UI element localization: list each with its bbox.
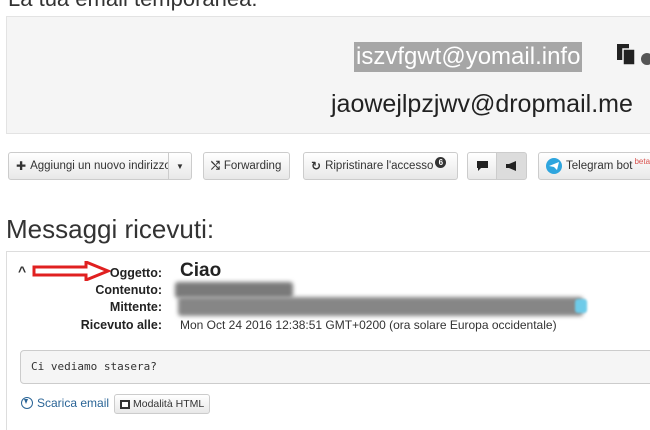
primary-email-address[interactable]: iszvfgwt@yomail.info [354,42,583,72]
telegram-bot-label: Telegram bot [566,160,633,172]
download-email-link[interactable]: Scarica email [21,396,109,410]
megaphone-icon [505,161,516,171]
refresh-address-icon[interactable] [641,53,650,65]
add-address-label: Aggiungi un nuovo indirizzo [30,160,171,172]
html-mode-label: Modalità HTML [133,398,205,410]
redacted-sender [178,297,583,316]
email-section-heading: La tua email temporanea: [8,0,258,12]
received-at-value: Mon Oct 24 2016 12:38:51 GMT+0200 (ora s… [180,318,557,332]
content-label: Contenuto: [95,283,162,297]
redacted-sender-tail [575,299,587,313]
subject-label: Oggetto: [109,266,162,280]
telegram-bot-button[interactable]: Telegram bot beta [538,152,650,180]
download-email-label: Scarica email [37,396,110,410]
copy-icon[interactable] [614,42,640,66]
chat-icon [476,161,488,171]
restore-access-button[interactable]: ↻ Ripristinare l'accesso 6 [303,152,458,180]
telegram-icon [546,158,562,174]
add-address-button[interactable]: ✚ Aggiungi un nuovo indirizzo [8,152,171,180]
image-icon [120,399,130,409]
received-label: Ricevuto alle: [80,318,162,332]
redacted-content [175,282,293,298]
page: La tua email temporanea: iszvfgwt@yomail… [0,0,650,430]
caret-down-icon: ▼ [176,161,184,171]
sender-label: Mittente: [109,300,162,314]
subject-value: Ciao [180,260,222,281]
received-messages-heading: Messaggi ricevuti: [6,214,215,244]
html-mode-button[interactable]: Modalità HTML [114,394,211,414]
refresh-icon: ↻ [311,159,322,173]
secondary-email-address[interactable]: jaowejlpzjwv@dropmail.me [331,90,633,119]
plus-icon: ✚ [16,159,27,173]
forwarding-label: Forwarding [223,160,282,172]
message-body: Ci vediamo stasera? [20,350,650,384]
chat-button[interactable] [467,152,497,180]
shuffle-icon: ⤭ [211,159,220,172]
announcements-button[interactable] [496,152,527,180]
forwarding-button[interactable]: ⤭ Forwarding [203,152,290,180]
restore-count-badge: 6 [435,156,447,168]
restore-access-label: Ripristinare l'accesso [325,160,434,172]
beta-badge: beta [634,156,650,166]
download-icon [21,397,33,409]
add-address-dropdown-button[interactable]: ▼ [168,152,192,180]
